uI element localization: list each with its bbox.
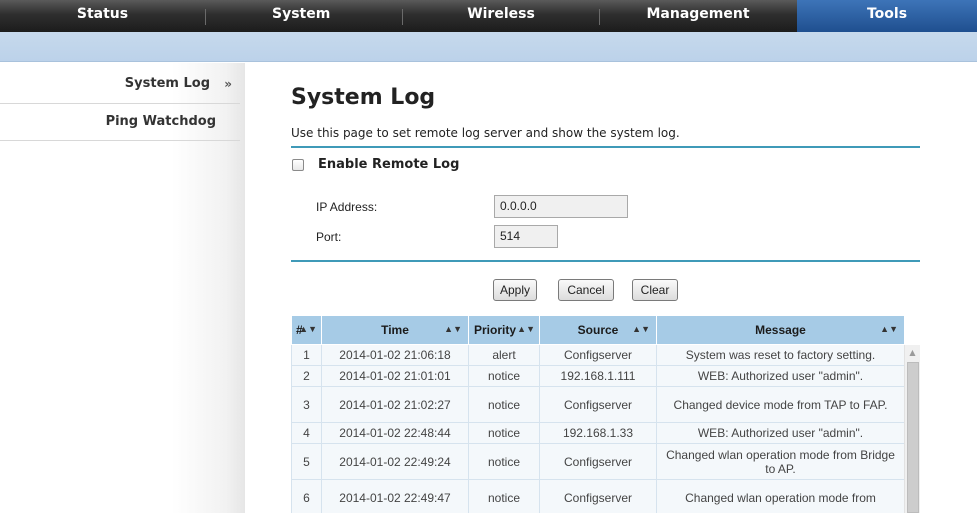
row-message: Changed wlan operation mode from Bridge … [656,443,904,480]
sidebar-divider [0,103,240,104]
row-time: 2014-01-02 21:02:27 [321,386,469,423]
scrollbar-thumb[interactable] [907,362,919,513]
enable-remote-log-checkbox[interactable] [292,159,304,171]
row-message: Changed device mode from TAP to FAP. [656,386,904,423]
table-row[interactable]: 5 2014-01-02 22:49:24 notice Configserve… [291,443,904,480]
column-header-number[interactable]: # ▲▼ [291,315,322,345]
row-time: 2014-01-02 22:49:24 [321,443,469,480]
row-message: System was reset to factory setting. [656,344,904,366]
ip-address-label: IP Address: [316,200,378,214]
row-number: 5 [291,443,322,480]
row-number: 3 [291,386,322,423]
row-priority: alert [468,344,540,366]
row-priority: notice [468,365,540,387]
column-header-priority[interactable]: Priority ▲▼ [468,315,540,345]
row-priority: notice [468,422,540,444]
table-row[interactable]: 4 2014-01-02 22:48:44 notice 192.168.1.3… [291,422,904,444]
row-number: 2 [291,365,322,387]
ip-address-input[interactable]: 0.0.0.0 [494,195,628,218]
row-source: Configserver [539,479,657,513]
double-chevron-right-icon: » [224,77,232,91]
sort-arrows-icon: ▲▼ [632,324,650,334]
nav-wireless[interactable]: Wireless [403,0,599,32]
row-source: Configserver [539,386,657,423]
apply-button[interactable]: Apply [493,279,537,301]
port-input[interactable]: 514 [494,225,558,248]
nav-tools[interactable]: Tools [797,0,977,32]
section-divider [291,260,920,262]
nav-system-label: System [272,6,331,22]
page-description: Use this page to set remote log server a… [291,126,680,140]
nav-tools-label: Tools [866,6,908,22]
row-message: WEB: Authorized user "admin". [656,422,904,444]
sort-arrows-icon: ▲▼ [444,324,462,334]
sort-arrows-icon: ▲▼ [299,324,317,334]
log-table-scrollbar[interactable]: ▲ [904,345,920,513]
cancel-button[interactable]: Cancel [558,279,614,301]
sidebar-item-system-log[interactable]: System Log » [0,67,240,101]
nav-management[interactable]: Management [600,0,796,32]
row-number: 6 [291,479,322,513]
sidebar-item-label: System Log [124,76,210,91]
row-message: Changed wlan operation mode from [656,479,904,513]
row-priority: notice [468,443,540,480]
nav-status-label: Status [76,6,129,22]
table-row[interactable]: 1 2014-01-02 21:06:18 alert Configserver… [291,344,904,366]
row-time: 2014-01-02 22:48:44 [321,422,469,444]
row-time: 2014-01-02 22:49:47 [321,479,469,513]
row-source: 192.168.1.33 [539,422,657,444]
sort-arrows-icon: ▲▼ [880,324,898,334]
row-source: Configserver [539,344,657,366]
nav-status[interactable]: Status [0,0,205,32]
column-header-message[interactable]: Message ▲▼ [656,315,904,345]
column-header-label: Source [577,323,619,337]
table-row[interactable]: 6 2014-01-02 22:49:47 notice Configserve… [291,479,904,513]
sidebar-item-ping-watchdog[interactable]: Ping Watchdog [0,105,240,139]
row-time: 2014-01-02 21:01:01 [321,365,469,387]
row-number: 1 [291,344,322,366]
row-priority: notice [468,479,540,513]
column-header-label: Time [381,323,409,337]
log-table: # ▲▼ Time ▲▼ Priority ▲▼ Source ▲▼ Message ▲▼… [291,315,904,513]
table-header-row: # ▲▼ Time ▲▼ Priority ▲▼ Source ▲▼ Message ▲▼ [291,315,904,345]
table-row[interactable]: 3 2014-01-02 21:02:27 notice Configserve… [291,386,904,423]
nav-wireless-label: Wireless [467,6,535,22]
clear-button[interactable]: Clear [632,279,678,301]
scroll-up-icon[interactable]: ▲ [905,345,920,360]
sidebar-divider [0,140,240,141]
row-time: 2014-01-02 21:06:18 [321,344,469,366]
sub-nav-bar [0,32,977,62]
nav-system[interactable]: System [206,0,402,32]
top-nav: Status System Wireless Management Tools [0,0,977,32]
port-label: Port: [316,230,342,244]
sort-arrows-icon: ▲▼ [517,324,535,334]
sidebar-item-label: Ping Watchdog [105,114,216,129]
column-header-label: Message [755,323,806,337]
row-source: Configserver [539,443,657,480]
page-title: System Log [291,85,436,110]
row-number: 4 [291,422,322,444]
row-priority: notice [468,386,540,423]
sidebar: System Log » Ping Watchdog [0,63,245,513]
row-source: 192.168.1.111 [539,365,657,387]
log-table-viewport: # ▲▼ Time ▲▼ Priority ▲▼ Source ▲▼ Message ▲▼… [291,315,904,513]
row-message: WEB: Authorized user "admin". [656,365,904,387]
enable-remote-log-label: Enable Remote Log [318,157,460,172]
table-row[interactable]: 2 2014-01-02 21:01:01 notice 192.168.1.1… [291,365,904,387]
nav-management-label: Management [646,6,750,22]
column-header-source[interactable]: Source ▲▼ [539,315,657,345]
section-divider [291,146,920,148]
column-header-time[interactable]: Time ▲▼ [321,315,469,345]
column-header-label: Priority [474,323,517,337]
